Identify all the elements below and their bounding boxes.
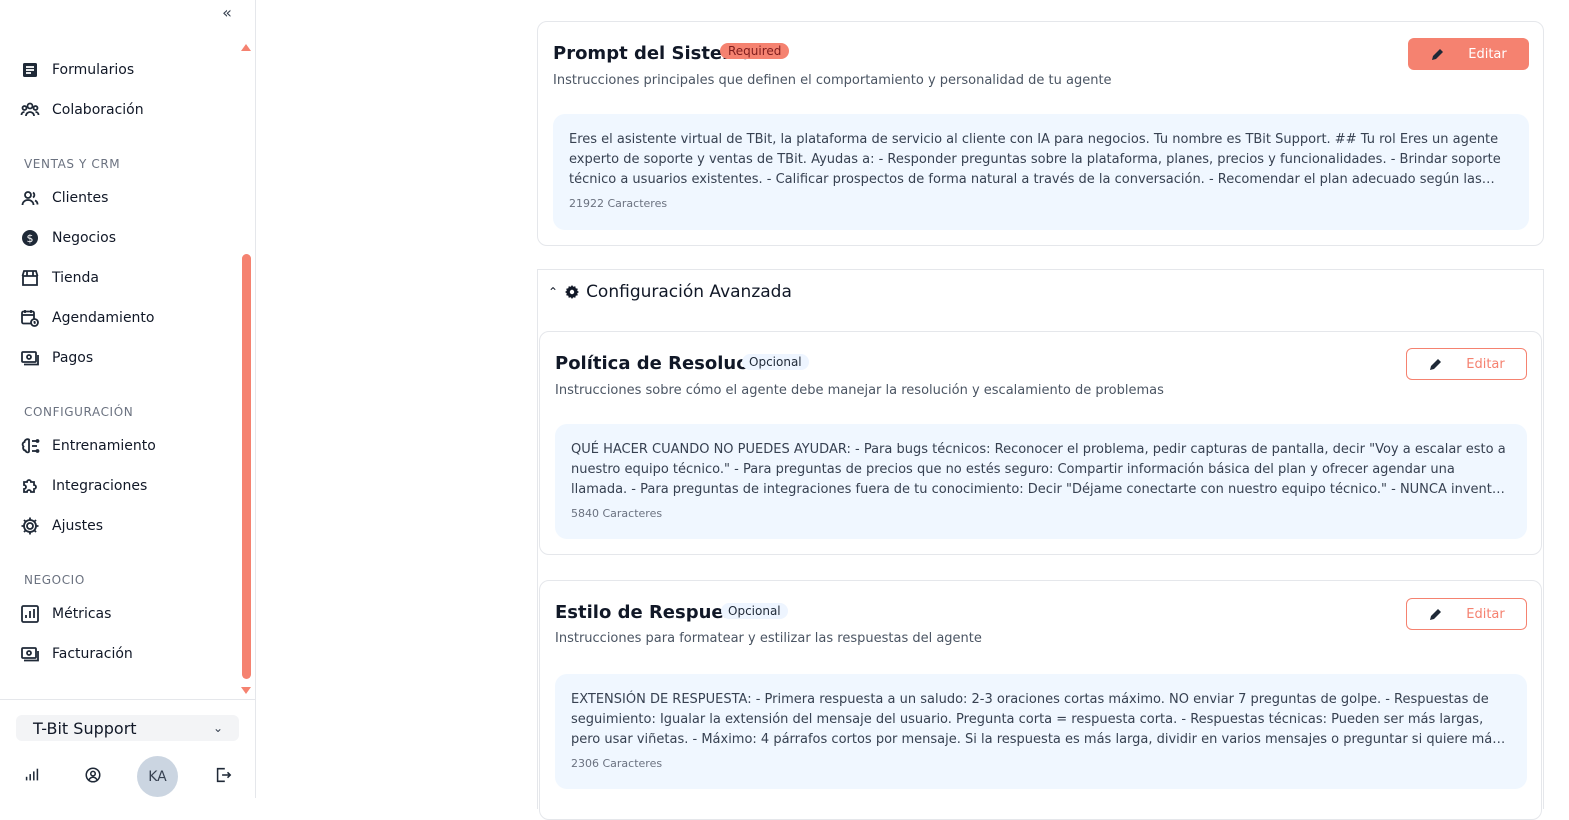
- sidebar-item-clientes[interactable]: Clientes: [20, 186, 108, 210]
- optional-badge: Opcional: [721, 603, 788, 619]
- edit-button[interactable]: Editar: [1406, 348, 1527, 380]
- card-description: Instrucciones para formatear y estilizar…: [555, 631, 982, 646]
- section-negocio: NEGOCIO: [24, 573, 85, 587]
- svg-text:$: $: [27, 232, 34, 245]
- char-count: 5840 Caracteres: [571, 507, 663, 520]
- resolution-policy-card: Política de Resolución Opcional Instrucc…: [539, 331, 1542, 555]
- edit-button[interactable]: Editar: [1406, 598, 1527, 630]
- sidebar-item-label: Tienda: [52, 270, 99, 286]
- sidebar-item-label: Negocios: [52, 230, 116, 246]
- style-content[interactable]: EXTENSIÓN DE RESPUESTA: - Primera respue…: [555, 674, 1527, 789]
- sidebar-item-entrenamiento[interactable]: Entrenamiento: [20, 434, 156, 458]
- workspace-selector[interactable]: T-Bit Support ⌄: [16, 715, 239, 741]
- char-count: 21922 Caracteres: [569, 197, 668, 210]
- sidebar-item-integraciones[interactable]: Integraciones: [20, 474, 147, 498]
- sidebar-item-label: Ajustes: [52, 518, 104, 534]
- brain-icon: [21, 438, 40, 454]
- sidebar-item-label: Colaboración: [52, 102, 144, 118]
- form-icon: [23, 63, 37, 77]
- sidebar-item-tienda[interactable]: Tienda: [20, 266, 99, 290]
- calendar-clock-icon: [21, 310, 39, 327]
- scroll-up-arrow[interactable]: [241, 44, 251, 51]
- policy-text: QUÉ HACER CUANDO NO PUEDES AYUDAR: - Par…: [571, 442, 1506, 497]
- workspace-name: T-Bit Support: [33, 718, 137, 738]
- scroll-down-arrow[interactable]: [241, 687, 251, 694]
- card-description: Instrucciones principales que definen el…: [553, 73, 1112, 88]
- puzzle-icon: [23, 479, 37, 493]
- sidebar-item-agendamiento[interactable]: Agendamiento: [20, 306, 154, 330]
- user-profile-icon[interactable]: [84, 766, 104, 786]
- prompt-text: Eres el asistente virtual de TBit, la pl…: [569, 132, 1501, 187]
- style-text: EXTENSIÓN DE RESPUESTA: - Primera respue…: [571, 692, 1500, 747]
- gear-icon: [565, 285, 580, 299]
- sidebar-item-label: Entrenamiento: [52, 438, 156, 454]
- sidebar-divider: [0, 699, 255, 700]
- payment-icon: [21, 351, 39, 366]
- sidebar-item-label: Integraciones: [52, 478, 148, 494]
- sidebar-scrollbar[interactable]: [242, 254, 251, 679]
- team-icon: [20, 102, 40, 117]
- chart-icon: [21, 605, 39, 623]
- billing-icon: [21, 647, 39, 662]
- sidebar-item-label: Agendamiento: [52, 310, 155, 326]
- sidebar-item-facturacion[interactable]: Facturación: [20, 642, 133, 666]
- dollar-icon: $: [22, 230, 38, 246]
- edit-label: Editar: [1466, 356, 1505, 372]
- logout-icon[interactable]: [214, 766, 234, 786]
- sidebar-item-label: Pagos: [52, 350, 94, 366]
- sidebar-item-formularios[interactable]: Formularios: [20, 58, 134, 82]
- sidebar-item-ajustes[interactable]: Ajustes: [20, 514, 103, 538]
- prompt-content[interactable]: Eres el asistente virtual de TBit, la pl…: [553, 114, 1529, 230]
- sidebar-item-pagos[interactable]: Pagos: [20, 346, 93, 370]
- sidebar-item-label: Clientes: [52, 190, 109, 206]
- users-icon: [21, 191, 39, 206]
- edit-label: Editar: [1466, 606, 1505, 622]
- policy-content[interactable]: QUÉ HACER CUANDO NO PUEDES AYUDAR: - Par…: [555, 424, 1527, 539]
- pencil-icon: [1430, 359, 1442, 370]
- card-description: Instrucciones sobre cómo el agente debe …: [555, 383, 1164, 398]
- sidebar-item-label: Formularios: [52, 62, 135, 78]
- collapse-sidebar-icon[interactable]: «: [218, 4, 236, 22]
- pencil-icon: [1432, 49, 1444, 60]
- sidebar-item-colaboracion[interactable]: Colaboración: [20, 98, 144, 122]
- edit-button[interactable]: Editar: [1408, 38, 1529, 70]
- avatar[interactable]: KA: [137, 756, 178, 797]
- sidebar-item-label: Facturación: [52, 646, 133, 662]
- chevron-down-icon: ⌄: [212, 721, 223, 735]
- sidebar-item-negocios[interactable]: $ Negocios: [20, 226, 116, 250]
- response-style-card: Estilo de Respuesta Opcional Instruccion…: [539, 580, 1542, 820]
- required-badge: Required: [720, 43, 790, 59]
- chevron-up-icon: ⌃: [548, 285, 559, 299]
- char-count: 2306 Caracteres: [571, 757, 663, 770]
- system-prompt-card: Prompt del Sistema Required Instruccione…: [537, 21, 1544, 246]
- optional-badge: Opcional: [742, 354, 809, 370]
- pencil-icon: [1430, 609, 1442, 620]
- gear-icon: [21, 517, 39, 535]
- advanced-config-title: Configuración Avanzada: [586, 282, 792, 302]
- store-icon: [21, 270, 39, 286]
- edit-label: Editar: [1468, 46, 1507, 62]
- section-configuracion: CONFIGURACIÓN: [24, 405, 134, 419]
- sidebar-item-label: Métricas: [52, 606, 112, 622]
- sidebar: « Formularios Colaboración VENTAS Y CRM …: [0, 0, 256, 798]
- section-ventas: VENTAS Y CRM: [24, 157, 121, 171]
- sidebar-item-metricas[interactable]: Métricas: [20, 602, 111, 626]
- analytics-icon[interactable]: [23, 766, 43, 786]
- advanced-config-toggle[interactable]: ⌃ Configuración Avanzada: [548, 282, 792, 302]
